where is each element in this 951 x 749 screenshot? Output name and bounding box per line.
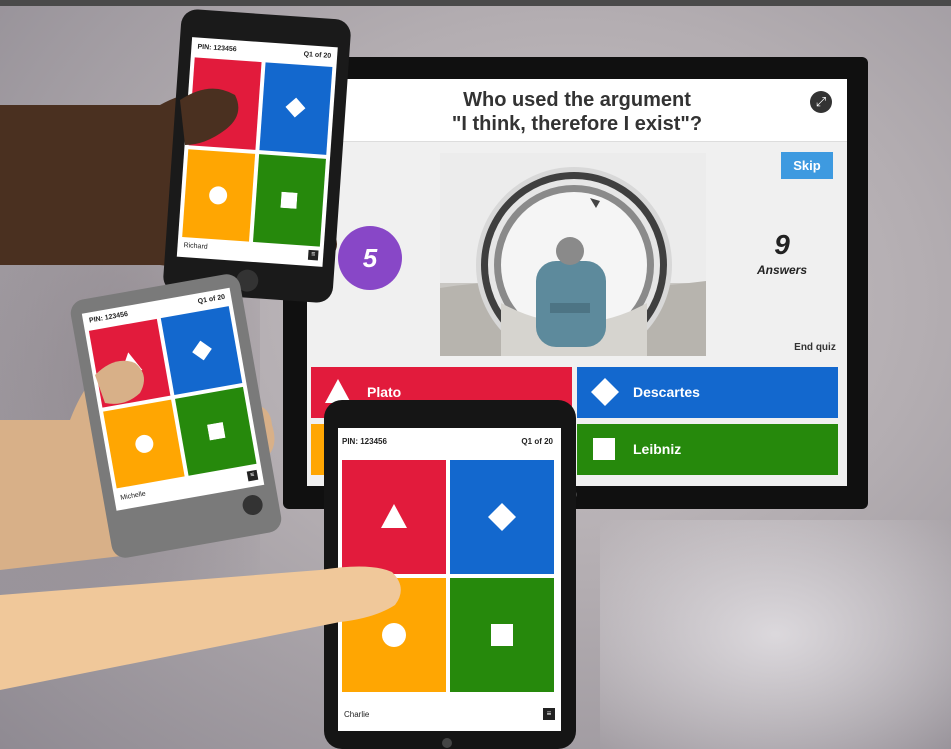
question-line-2: "I think, therefore I exist"? [451,113,703,135]
end-quiz-button[interactable]: End quiz [785,342,845,353]
answer-tile-green[interactable] [252,154,326,247]
arm-light-front [0,566,401,690]
question-counter: Q1 of 20 [197,293,226,306]
answer-option-descartes[interactable]: Descartes [577,367,838,418]
player-name: Richard [183,242,208,251]
background-highlight [600,520,951,749]
answer-tile-green[interactable] [450,578,554,692]
question-counter: Q1 of 20 [303,51,332,60]
answer-tile-blue[interactable] [450,460,554,574]
fullscreen-icon[interactable]: ⤢ [810,91,832,113]
square-icon [280,191,298,209]
player-name: Michelle [119,490,147,502]
home-button[interactable] [241,493,265,517]
thumb-dark [180,88,239,145]
answer-tile-blue[interactable] [259,62,333,155]
circle-icon [209,186,228,205]
diamond-icon [591,378,619,406]
diamond-icon [285,97,306,118]
pin-label: PIN: 123456 [197,43,237,54]
window-top-bar [0,0,951,6]
diamond-icon [192,340,212,361]
circle-icon [135,434,154,453]
question-text: Who used the argument "I think, therefor… [377,88,777,136]
answers-count: 9 [774,229,790,260]
menu-icon[interactable]: ≡ [307,249,319,261]
pin-label: PIN: 123456 [342,437,387,446]
answer-tile-red[interactable] [342,460,446,574]
menu-icon[interactable]: ≡ [543,708,555,720]
answer-label: Descartes [633,384,700,400]
home-button[interactable] [442,738,452,748]
triangle-icon [381,504,407,528]
answer-tile-blue[interactable] [160,306,243,395]
answers-count-label: Answers [756,263,808,277]
square-icon [491,624,513,646]
pipe-photo-illustration [440,153,706,356]
question-counter: Q1 of 20 [521,437,553,446]
menu-icon[interactable]: ≡ [246,469,259,482]
question-header: Who used the argument "I think, therefor… [307,79,847,142]
answer-option-leibniz[interactable]: Leibniz [577,424,838,475]
square-icon [593,438,615,460]
pin-label: PIN: 123456 [88,310,129,325]
question-line-1: Who used the argument [463,89,691,111]
diamond-icon [488,503,516,531]
question-image [440,153,706,356]
square-icon [206,421,226,441]
skip-button[interactable]: Skip [781,152,833,179]
answer-label: Leibniz [633,441,682,457]
answer-tile-green[interactable] [175,386,257,476]
thumb-light-left [95,360,144,404]
player-name: Charlie [344,710,370,719]
